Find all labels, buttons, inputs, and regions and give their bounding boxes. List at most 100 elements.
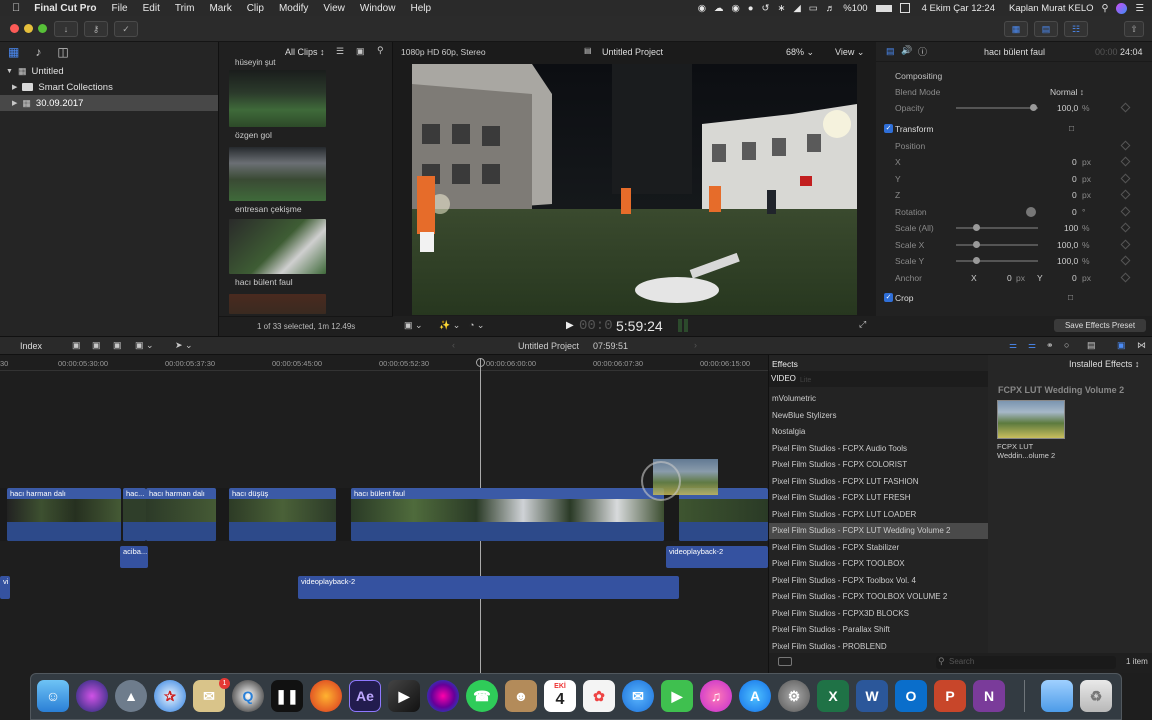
keywords-button[interactable]: ⚷ [84,21,108,37]
launchpad-icon[interactable]: ▲ [115,680,147,712]
background-tasks-button[interactable]: ✓ [114,21,138,37]
history-back-icon[interactable]: ‹ [452,340,455,350]
menu-app-name[interactable]: Final Cut Pro [34,3,96,14]
connected-audio-clip[interactable]: videoplayback-2 [666,546,768,568]
param-value[interactable]: 0 [1072,157,1077,167]
siri-icon[interactable] [1116,2,1128,14]
facetime-icon[interactable]: ▶ [661,680,693,712]
battery-percent[interactable]: %100 [843,3,867,14]
select-tool-icon[interactable]: ➤ ⌄ [175,340,193,351]
trash-icon[interactable]: ♻ [1080,680,1112,712]
play-button[interactable]: ▶ [566,320,574,331]
keyframe-icon[interactable] [1120,102,1131,113]
clip-filter-popup[interactable]: All Clips ↕ [285,47,325,57]
keyframe-icon[interactable] [1120,272,1131,283]
crop-controls-icon[interactable]: □ [1068,292,1073,302]
audio-skimming-icon[interactable]: ⚌ [1009,340,1017,351]
scale-y-slider[interactable] [956,260,1038,262]
timeline-clip[interactable] [679,488,768,541]
event-row-selected[interactable]: ▶ ▦ 30.09.2017 [0,95,218,111]
record-status-icon[interactable]: ◉ [698,3,706,14]
crop-section[interactable]: ✓ Crop □ [876,290,1152,306]
timeline[interactable]: 30 00:00:05:30:00 00:00:05:37:30 00:00:0… [0,355,768,673]
powerpoint-icon[interactable]: P [934,680,966,712]
param-value[interactable]: 0 [1072,174,1077,184]
effects-list-item[interactable]: Pixel Film Studios - FCPX TOOLBOX [769,556,989,572]
installed-effects-popup[interactable]: Installed Effects ↕ [1069,359,1139,369]
zoom-popup[interactable]: 68% ⌄ [786,47,814,58]
timecode-display[interactable]: 5:59:24 [616,318,663,334]
word-icon[interactable]: W [856,680,888,712]
clip-thumbnail[interactable] [229,70,326,127]
onenote-icon[interactable]: N [973,680,1005,712]
input-source-icon[interactable] [899,3,910,13]
menu-trim[interactable]: Trim [175,3,195,14]
video-frame[interactable] [412,64,857,315]
fullscreen-icon[interactable]: ⤢ [859,319,866,330]
outlook-icon[interactable]: O [895,680,927,712]
overwrite-clip-icon[interactable]: ▣ ⌄ [135,340,154,351]
info-inspector-icon[interactable]: ⓘ [918,45,927,58]
volume-icon[interactable]: ♬ [826,3,836,14]
disclosure-open-icon[interactable]: ▼ [6,68,13,75]
param-value[interactable]: 100 [1064,223,1078,233]
headphones-icon[interactable]: ⚭ [1046,340,1054,351]
solo-icon[interactable]: ○ [1064,340,1069,350]
siri-dock-icon[interactable] [76,680,108,712]
connected-audio-clip[interactable]: aciba... [120,546,148,568]
menu-window[interactable]: Window [360,3,396,14]
slider-knob[interactable] [973,224,980,231]
retime-tool-icon[interactable]: ◔ ⌄ [469,320,484,331]
effects-list-item[interactable]: Pixel Film Studios - FCPX LUT FASHION [769,474,989,490]
connected-audio-clip[interactable]: vi [0,576,10,599]
param-value[interactable]: 0 [1072,190,1077,200]
airplay-icon[interactable]: ▭ [809,3,818,14]
blend-mode-popup[interactable]: Normal ↕ [1050,87,1084,97]
keyframe-icon[interactable] [1120,189,1131,200]
scale-slider[interactable] [956,227,1038,229]
effects-list-item[interactable]: Pixel Film Studios - FCPX3D BLOCKS [769,606,989,622]
skimming-icon[interactable]: ⚌ [1028,340,1036,351]
param-value[interactable]: 0 [1072,207,1077,217]
transitions-browser-icon[interactable]: ⋈ [1137,340,1146,351]
effects-list-item[interactable]: NewBlue Stylizers [769,408,989,424]
effects-list-item[interactable]: Nostalgia [769,424,989,440]
timeline-clip[interactable]: hacı harman dalı [7,488,121,541]
onscreen-controls-icon[interactable]: □ [1069,123,1074,133]
timeline-clip[interactable]: hac... [123,488,146,541]
keyframe-icon[interactable] [1120,206,1131,217]
search-icon[interactable]: ⚲ [377,45,384,56]
list-view-icon[interactable]: ☰ [336,46,344,57]
clip-thumbnail[interactable] [229,219,326,274]
effects-list-item[interactable]: Pixel Film Studios - FCPX LUT FRESH [769,490,989,506]
smart-collections-row[interactable]: ▶ Smart Collections [0,79,218,95]
save-effects-preset-button[interactable]: Save Effects Preset [1054,319,1146,332]
final-cut-media-icon[interactable]: ❚❚ [271,680,303,712]
keyframe-icon[interactable] [1120,156,1131,167]
keyframe-icon[interactable] [1120,173,1131,184]
effects-list-item[interactable]: Pixel Film Studios - FCPX TOOLBOX VOLUME… [769,589,989,605]
playhead-handle[interactable] [476,358,485,367]
contacts-icon[interactable]: ☻ [505,680,537,712]
calendar-icon[interactable]: EKİ 4 [544,680,576,712]
import-button[interactable]: ↓ [54,21,78,37]
append-clip-icon[interactable]: ▣ [113,340,122,351]
time-machine-icon[interactable]: ↺ [762,3,770,14]
clock[interactable]: 4 Ekim Çar 12:24 [922,3,995,14]
slider-knob[interactable] [973,241,980,248]
effects-list-item[interactable]: Pixel Film Studios - FCPX COLORIST [769,457,989,473]
connect-clip-icon[interactable]: ▣ [72,340,81,351]
after-effects-icon[interactable]: Ae [349,680,381,712]
timeline-clip[interactable]: hacı harman dalı [146,488,216,541]
keyframe-icon[interactable] [1120,255,1131,266]
keyframe-icon[interactable] [1120,239,1131,250]
timeline-clip[interactable]: hacı düşüş [229,488,336,541]
param-value[interactable]: 100,0 [1057,256,1078,266]
effects-list-item[interactable]: Pixel Film Studios - FCPX LUT Wedding Vo… [769,523,989,539]
video-inspector-icon[interactable]: ▤ [886,46,895,57]
show-inspector-button[interactable]: ☷ [1064,21,1088,37]
extension-icon[interactable]: ◉ [732,3,740,14]
audio-inspector-icon[interactable]: 🔊 [901,45,912,56]
clip-thumbnail[interactable] [229,147,326,201]
param-value[interactable]: 100,0 [1057,240,1078,250]
